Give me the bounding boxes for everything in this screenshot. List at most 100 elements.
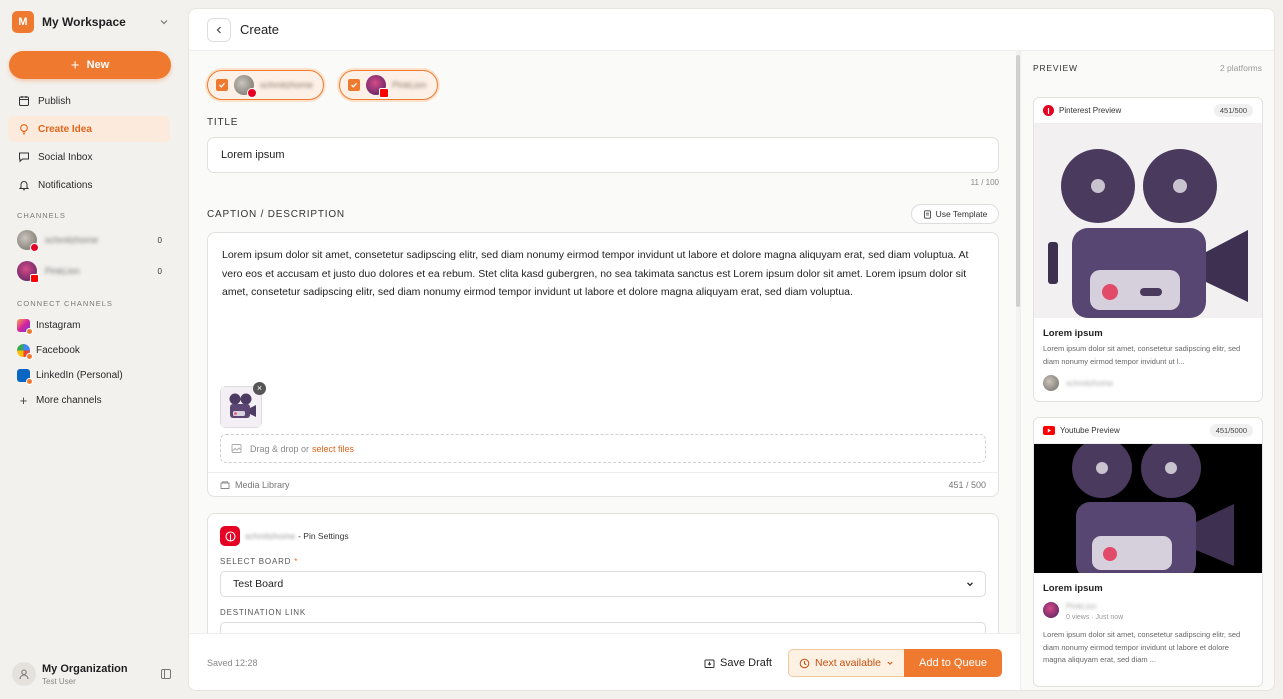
board-select[interactable]: Test Board <box>220 571 986 597</box>
nav-item-label: Social Inbox <box>38 151 93 163</box>
video-camera-image <box>1034 124 1262 318</box>
connect-label: Facebook <box>36 344 80 356</box>
channel-item[interactable]: schmitzhome 0 <box>17 229 162 252</box>
board-label: SELECT BOARD * <box>220 557 299 566</box>
pinterest-icon <box>247 88 257 98</box>
channel-count: 0 <box>157 266 162 276</box>
lightbulb-icon <box>17 122 31 136</box>
pinterest-preview-label: Pinterest Preview <box>1059 106 1122 115</box>
channel-name: schmitzhome <box>45 235 99 245</box>
connect-facebook[interactable]: Facebook <box>17 341 80 360</box>
connect-section-label: CONNECT CHANNELS <box>17 299 113 308</box>
avatar <box>17 230 39 252</box>
youtube-preview-title: Lorem ipsum <box>1043 583 1103 594</box>
document-icon <box>923 209 931 219</box>
connect-label: LinkedIn (Personal) <box>36 369 123 381</box>
destination-label: DESTINATION LINK <box>220 608 306 617</box>
image-icon <box>231 444 242 453</box>
editor-area: schmitzhome PinkLion TITLE Lorem ipsum 1… <box>189 51 1016 633</box>
connect-label: Instagram <box>36 319 81 331</box>
plus-icon: + <box>70 56 80 74</box>
saved-status: Saved 12:28 <box>207 658 258 668</box>
account-chip[interactable]: PinkLion <box>339 70 438 100</box>
title-counter: 11 / 100 <box>970 178 999 187</box>
title-input[interactable]: Lorem ipsum <box>207 137 999 173</box>
back-button[interactable] <box>207 17 231 42</box>
pin-settings-title: - Pin Settings <box>298 531 349 541</box>
youtube-preview-label: Youtube Preview <box>1060 426 1120 435</box>
caption-text[interactable]: Lorem ipsum dolor sit amet, consetetur s… <box>222 246 986 302</box>
media-thumbnail[interactable]: × <box>220 382 266 428</box>
pinterest-char-count: 451/500 <box>1213 104 1253 117</box>
nav-item-label: Notifications <box>38 179 93 191</box>
nav-item-label: Create Idea <box>38 123 92 135</box>
remove-media-icon[interactable]: × <box>253 382 266 395</box>
video-camera-image <box>1034 444 1262 573</box>
avatar <box>234 75 257 98</box>
preview-count: 2 platforms <box>1219 63 1262 73</box>
account-chip[interactable]: schmitzhome <box>207 70 325 100</box>
facebook-icon <box>17 343 33 360</box>
save-draft-label: Save Draft <box>720 657 772 669</box>
connect-instagram[interactable]: Instagram <box>17 316 81 335</box>
main-panel: Create schmitzhome PinkLion TITLE Lorem … <box>188 8 1275 691</box>
channel-item[interactable]: PinkLion 0 <box>17 260 162 283</box>
youtube-icon <box>379 88 389 98</box>
media-dropzone[interactable]: Drag & drop or select files <box>220 434 986 463</box>
organization-switcher[interactable]: My Organization Test User <box>12 660 172 688</box>
pin-settings-header: schmitzhome - Pin Settings <box>220 526 349 546</box>
media-library-button[interactable]: Media Library <box>220 480 948 490</box>
author-name: schmitzhome <box>1066 378 1114 388</box>
folder-icon <box>220 481 230 489</box>
add-to-queue-button[interactable]: Add to Queue <box>904 649 1002 677</box>
youtube-icon <box>30 274 39 283</box>
collapse-sidebar-icon[interactable] <box>160 668 172 680</box>
chevron-left-icon <box>216 26 221 33</box>
chip-name: schmitzhome <box>260 80 314 90</box>
save-icon <box>704 659 715 668</box>
destination-link-input[interactable] <box>220 622 986 633</box>
caption-editor[interactable]: Lorem ipsum dolor sit amet, consetetur s… <box>207 232 999 497</box>
next-available-button[interactable]: Next available <box>788 649 904 677</box>
new-button[interactable]: + New <box>9 51 171 79</box>
pinterest-preview-desc: Lorem ipsum dolor sit amet, consetetur s… <box>1043 344 1241 366</box>
pinterest-icon <box>30 243 39 252</box>
clock-icon <box>799 658 810 668</box>
pinterest-preview-image <box>1034 124 1262 318</box>
nav-item-create-idea[interactable]: Create Idea <box>8 116 170 142</box>
connect-more[interactable]: + More channels <box>17 391 102 409</box>
avatar <box>1043 375 1059 391</box>
org-name: My Organization <box>42 662 128 675</box>
avatar <box>366 75 389 98</box>
save-draft-button[interactable]: Save Draft <box>699 650 777 676</box>
page-header: Create <box>189 9 1274 51</box>
board-value: Test Board <box>233 578 284 590</box>
youtube-preview-image <box>1034 444 1262 573</box>
use-template-button[interactable]: Use Template <box>911 204 999 224</box>
pinterest-preview-author: schmitzhome <box>1043 375 1262 391</box>
chevron-down-icon <box>160 20 168 25</box>
chat-icon <box>17 150 31 164</box>
chevron-down-icon <box>967 582 973 587</box>
nav-item-publish[interactable]: Publish <box>8 88 170 114</box>
checkbox-checked-icon[interactable] <box>348 79 360 91</box>
nav-item-social-inbox[interactable]: Social Inbox <box>8 144 170 170</box>
pinterest-icon <box>220 526 240 546</box>
channel-count: 0 <box>157 235 162 245</box>
youtube-char-count: 451/5000 <box>1209 424 1253 437</box>
pin-settings: schmitzhome - Pin Settings SELECT BOARD … <box>207 513 999 633</box>
pin-account-name: schmitzhome <box>245 531 296 541</box>
connect-linkedin[interactable]: LinkedIn (Personal) <box>17 366 123 385</box>
youtube-preview-desc: Lorem ipsum dolor sit amet, consetetur s… <box>1043 630 1241 664</box>
caption-counter: 451 / 500 <box>948 480 986 490</box>
workspace-switcher[interactable]: M My Workspace <box>12 11 170 33</box>
views-text: 0 views · Just now <box>1066 614 1124 621</box>
preview-panel: PREVIEW 2 platforms Pinterest Preview 45… <box>1020 51 1274 690</box>
youtube-preview-meta: PinkLion 0 views · Just now <box>1043 602 1262 621</box>
checkbox-checked-icon[interactable] <box>216 79 228 91</box>
select-files-link[interactable]: select files <box>312 444 354 454</box>
connect-label: More channels <box>36 394 102 406</box>
nav-item-notifications[interactable]: Notifications <box>8 172 170 198</box>
channel-name: PinkLion <box>45 266 80 276</box>
avatar <box>17 261 39 283</box>
